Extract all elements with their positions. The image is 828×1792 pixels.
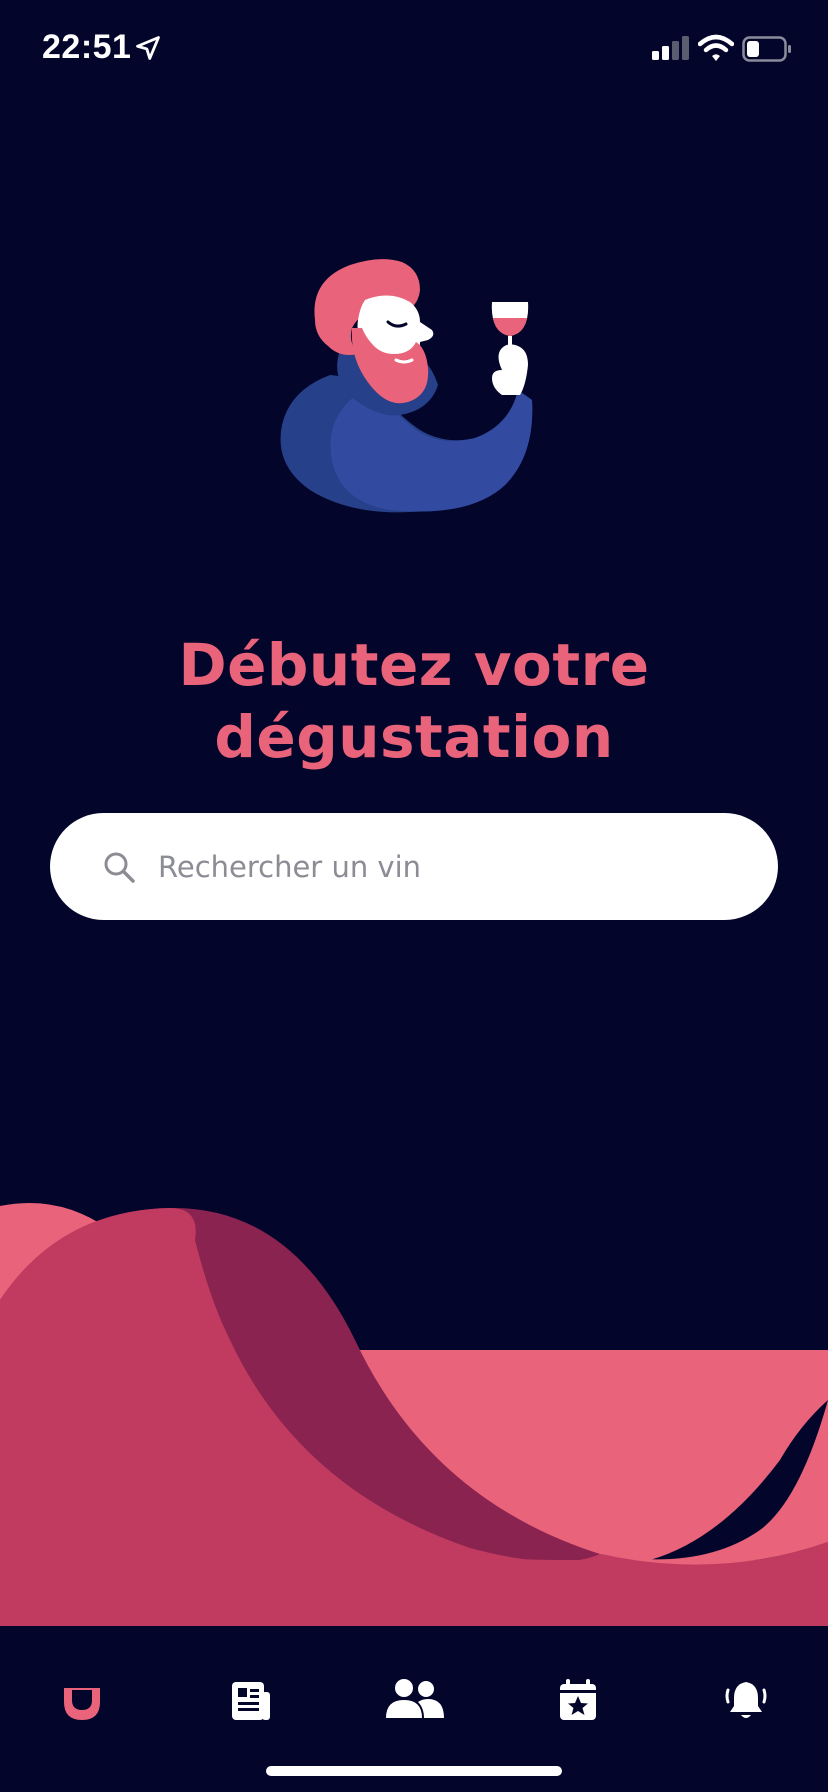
home-indicator bbox=[266, 1766, 562, 1776]
tab-news[interactable] bbox=[210, 1660, 290, 1740]
wifi-icon bbox=[698, 34, 734, 61]
tab-home[interactable] bbox=[42, 1660, 122, 1740]
calendar-star-icon bbox=[560, 1679, 596, 1720]
screen: 22:51 Débutez votre dégustation Recherch… bbox=[0, 0, 828, 1792]
title-line-1: Débutez votre bbox=[178, 630, 650, 699]
search-bar[interactable] bbox=[50, 813, 778, 920]
title-line-2: dégustation bbox=[214, 702, 614, 771]
tab-events[interactable] bbox=[538, 1660, 618, 1740]
tab-community[interactable] bbox=[374, 1660, 454, 1740]
location-arrow-icon bbox=[136, 36, 160, 60]
page-title: Débutez votre dégustation bbox=[0, 629, 828, 773]
tab-notifications[interactable] bbox=[706, 1660, 786, 1740]
cellular-signal-icon bbox=[652, 36, 689, 60]
status-time: 22:51 bbox=[42, 28, 132, 66]
decorative-waves bbox=[0, 1203, 828, 1626]
bell-icon bbox=[725, 1682, 767, 1718]
search-input[interactable] bbox=[156, 848, 720, 885]
glass-logo-icon bbox=[64, 1688, 100, 1720]
users-icon bbox=[386, 1679, 444, 1718]
newspaper-icon bbox=[232, 1682, 270, 1720]
status-bar: 22:51 bbox=[0, 0, 828, 100]
search-icon bbox=[104, 852, 135, 883]
battery-icon bbox=[742, 36, 791, 62]
wine-taster-illustration bbox=[280, 259, 533, 513]
